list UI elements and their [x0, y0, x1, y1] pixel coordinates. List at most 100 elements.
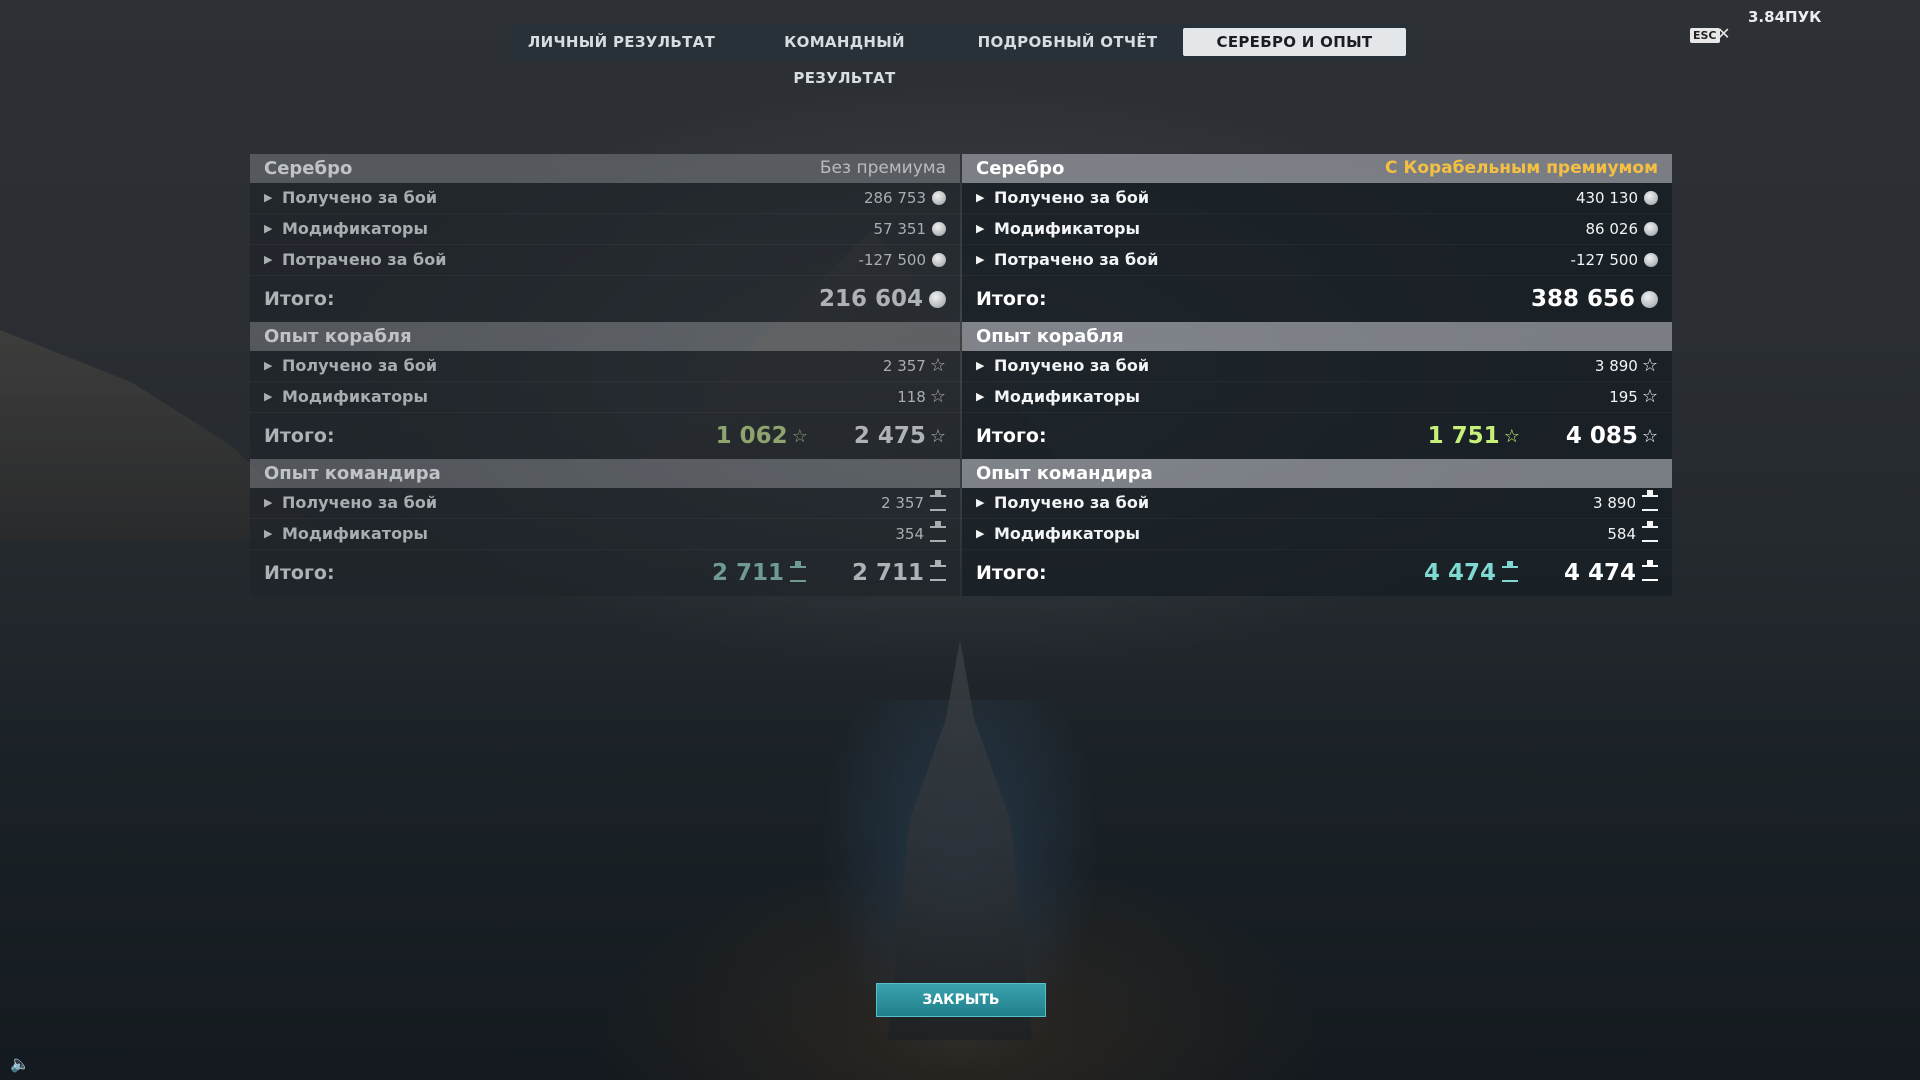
silver-section-header: Серебро Без премиума: [250, 154, 960, 183]
row-label: Модификаторы: [994, 524, 1140, 543]
list-item[interactable]: ▶ Получено за бой 3 890 ☆: [962, 351, 1672, 382]
list-item[interactable]: ▶ Получено за бой 430 130: [962, 183, 1672, 214]
section-title: Опыт командира: [264, 463, 441, 484]
chevron-right-icon[interactable]: ▶: [264, 519, 282, 549]
row-label: Модификаторы: [282, 387, 428, 406]
silver-coin-icon: [932, 222, 946, 236]
free-commander-xp-value: 4 474: [1424, 560, 1518, 586]
total-label: Итого:: [976, 425, 1047, 447]
chevron-right-icon[interactable]: ▶: [264, 245, 282, 275]
list-item[interactable]: ▶ Получено за бой 286 753: [250, 183, 960, 214]
panel-with-premium: Серебро С Корабельным премиумом ▶ Получе…: [962, 154, 1672, 596]
total-label: Итого:: [264, 425, 335, 447]
chevron-right-icon[interactable]: ▶: [976, 488, 994, 518]
row-label: Потрачено за бой: [282, 250, 447, 269]
chevron-right-icon[interactable]: ▶: [976, 382, 994, 412]
commander-xp-total-value: 4 474: [1563, 560, 1636, 586]
list-item[interactable]: ▶ Модификаторы 86 026: [962, 214, 1672, 245]
ship-xp-total-row: Итого: 1 751 ☆ 4 085 ☆: [962, 413, 1672, 459]
star-icon: ☆: [929, 355, 946, 376]
row-value: 286 753: [863, 189, 926, 207]
list-item[interactable]: ▶ Получено за бой 2 357 ☆: [250, 351, 960, 382]
close-icon[interactable]: ✕: [1717, 24, 1730, 43]
silver-coin-icon: [1644, 253, 1658, 267]
list-item[interactable]: ▶ Модификаторы 195 ☆: [962, 382, 1672, 413]
chevron-right-icon[interactable]: ▶: [264, 488, 282, 518]
row-label: Получено за бой: [994, 356, 1150, 375]
speaker-icon[interactable]: 🔈: [10, 1054, 30, 1073]
list-item[interactable]: ▶ Модификаторы 118 ☆: [250, 382, 960, 413]
chevron-right-icon[interactable]: ▶: [976, 183, 994, 213]
row-label: Модификаторы: [994, 387, 1140, 406]
total-label: Итого:: [264, 288, 335, 310]
commander-xp-section-header: Опыт командира: [962, 459, 1672, 488]
list-item[interactable]: ▶ Потрачено за бой -127 500: [250, 245, 960, 276]
commander-xp-icon: [1501, 560, 1518, 582]
silver-coin-icon: [1641, 290, 1658, 308]
chevron-right-icon[interactable]: ▶: [976, 245, 994, 275]
commander-xp-icon: [930, 490, 946, 511]
chevron-right-icon[interactable]: ▶: [264, 351, 282, 381]
section-title: Опыт корабля: [264, 326, 412, 347]
row-label: Получено за бой: [282, 493, 438, 512]
star-icon: ☆: [929, 386, 946, 407]
row-value: 3 890: [1594, 357, 1638, 375]
silver-coin-icon: [1644, 222, 1658, 236]
silver-coin-icon: [932, 253, 946, 267]
row-value: 430 130: [1575, 189, 1638, 207]
list-item[interactable]: ▶ Модификаторы 584: [962, 519, 1672, 550]
commander-xp-total-row: Итого: 2 711 2 711: [250, 550, 960, 596]
row-label: Модификаторы: [282, 524, 428, 543]
premium-status-label: Без премиума: [819, 158, 946, 178]
chevron-right-icon[interactable]: ▶: [976, 351, 994, 381]
chevron-right-icon[interactable]: ▶: [976, 214, 994, 244]
row-value: 2 357: [882, 357, 926, 375]
star-icon: ☆: [791, 426, 808, 447]
free-xp-value: 1 062 ☆: [715, 423, 808, 449]
commander-xp-icon: [1642, 521, 1658, 542]
row-value: 354: [895, 525, 924, 543]
row-label: Модификаторы: [282, 219, 428, 238]
silver-coin-icon: [929, 290, 946, 308]
star-icon: ☆: [1641, 386, 1658, 407]
tab-silver-and-xp[interactable]: СЕРЕБРО И ОПЫТ: [1183, 28, 1406, 56]
tab-detailed-report[interactable]: ПОДРОБНЫЙ ОТЧЁТ: [956, 24, 1179, 60]
list-item[interactable]: ▶ Получено за бой 3 890: [962, 488, 1672, 519]
chevron-right-icon[interactable]: ▶: [264, 183, 282, 213]
row-value: 2 357: [881, 494, 924, 512]
ship-xp-total-value: 2 475: [853, 423, 926, 449]
results-tab-bar: ЛИЧНЫЙ РЕЗУЛЬТАТ КОМАНДНЫЙ РЕЗУЛЬТАТ ПОД…: [510, 24, 1410, 87]
commander-xp-total-value: 2 711: [851, 560, 924, 586]
chevron-right-icon[interactable]: ▶: [264, 214, 282, 244]
chevron-right-icon[interactable]: ▶: [976, 519, 994, 549]
list-item[interactable]: ▶ Модификаторы 57 351: [250, 214, 960, 245]
section-title: Серебро: [264, 158, 353, 179]
chevron-right-icon[interactable]: ▶: [264, 382, 282, 412]
list-item[interactable]: ▶ Модификаторы 354: [250, 519, 960, 550]
esc-key-badge[interactable]: ESC: [1690, 28, 1720, 43]
commander-xp-icon: [930, 521, 946, 542]
silver-total-row: Итого: 216 604: [250, 276, 960, 322]
commander-xp-icon: [789, 560, 806, 582]
currency-readout: 3.84ПУК: [1748, 8, 1822, 26]
tab-team-result[interactable]: КОМАНДНЫЙ РЕЗУЛЬТАТ: [733, 24, 956, 87]
section-title: Серебро: [976, 158, 1065, 179]
row-label: Получено за бой: [994, 188, 1150, 207]
ship-xp-total-value: 4 085: [1565, 423, 1638, 449]
silver-coin-icon: [932, 191, 946, 205]
row-value: 3 890: [1593, 494, 1636, 512]
row-value: 118: [897, 388, 926, 406]
row-label: Потрачено за бой: [994, 250, 1159, 269]
free-commander-xp-value: 2 711: [712, 560, 806, 586]
tab-personal-result[interactable]: ЛИЧНЫЙ РЕЗУЛЬТАТ: [510, 24, 733, 60]
silver-section-header: Серебро С Корабельным премиумом: [962, 154, 1672, 183]
row-value: 86 026: [1585, 220, 1639, 238]
total-label: Итого:: [976, 562, 1047, 584]
ship-xp-total-row: Итого: 1 062 ☆ 2 475 ☆: [250, 413, 960, 459]
close-button[interactable]: ЗАКРЫТЬ: [876, 983, 1046, 1017]
list-item[interactable]: ▶ Получено за бой 2 357: [250, 488, 960, 519]
silver-total-value: 216 604: [818, 286, 923, 312]
list-item[interactable]: ▶ Потрачено за бой -127 500: [962, 245, 1672, 276]
row-value: -127 500: [1570, 251, 1638, 269]
commander-xp-icon: [1642, 490, 1658, 511]
